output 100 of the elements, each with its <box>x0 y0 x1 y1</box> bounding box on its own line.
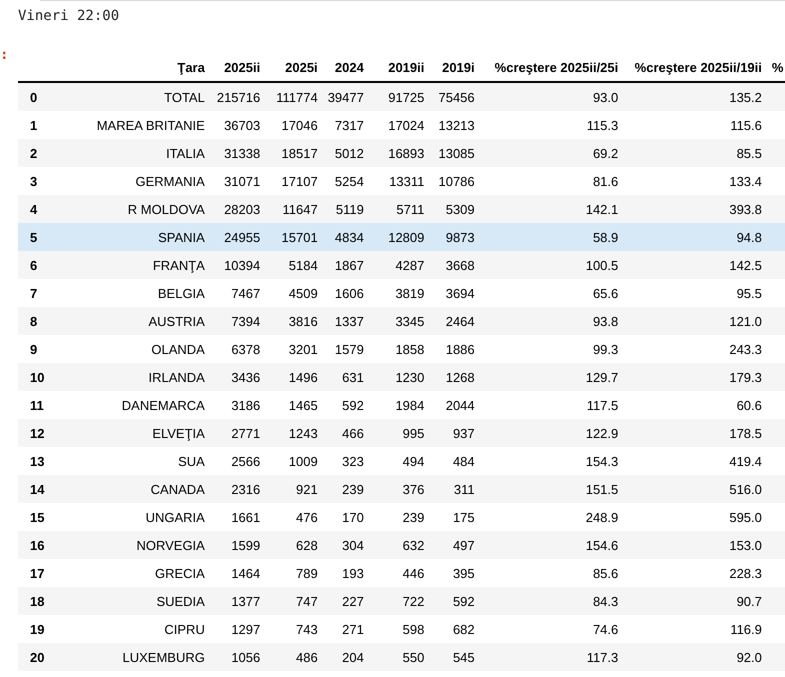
table-cell: 747 <box>265 587 323 615</box>
table-cell: 545 <box>429 643 480 671</box>
table-cell: 24955 <box>210 223 266 251</box>
table-cell: 193 <box>322 559 369 587</box>
table-cell: 5254 <box>322 167 369 195</box>
table-cell: 5012 <box>322 139 369 167</box>
table-cell: 1464 <box>210 559 266 587</box>
table-cell: 17107 <box>265 167 323 195</box>
table-cell: 1377 <box>210 587 266 615</box>
table-cell: 13085 <box>429 139 480 167</box>
table-cell: AUSTRIA <box>72 307 210 335</box>
table-cell: 90.7 <box>623 587 767 615</box>
table-cell: GERMANIA <box>72 167 210 195</box>
table-cell: 7394 <box>210 307 266 335</box>
row-index: 13 <box>18 447 72 475</box>
table-cell: 1009 <box>265 447 323 475</box>
table-cell: 592 <box>322 391 369 419</box>
table-cell: 18517 <box>265 139 323 167</box>
table-cell: 1056 <box>210 643 266 671</box>
row-index: 8 <box>18 307 72 335</box>
table-cell: 3816 <box>265 307 323 335</box>
table-cell: 1230 <box>368 363 430 391</box>
table-cell: R MOLDOVA <box>72 195 210 223</box>
table-cell: 204 <box>322 643 369 671</box>
row-index: 11 <box>18 391 72 419</box>
table-cell: 239 <box>322 475 369 503</box>
table-cell: 85.6 <box>480 559 624 587</box>
table-cell: ELVEŢIA <box>72 419 210 447</box>
table-cell: 476 <box>265 503 323 531</box>
table-cell: 1496 <box>265 363 323 391</box>
table-cell: 682 <box>429 615 480 643</box>
table-cell: 228.3 <box>623 559 767 587</box>
table-cell: 323 <box>322 447 369 475</box>
table-cell: 494 <box>368 447 430 475</box>
table-cell: 722 <box>368 587 430 615</box>
table-cell: 142.5 <box>623 251 767 279</box>
table-cell: 93.8 <box>480 307 624 335</box>
table-cell: 6378 <box>210 335 266 363</box>
table-cell: 1268 <box>429 363 480 391</box>
table-cell: 1984 <box>368 391 430 419</box>
table-cell: BELGIA <box>72 279 210 307</box>
table-cell: 58.9 <box>480 223 624 251</box>
table-cell: 1858 <box>368 335 430 363</box>
row-index: 14 <box>18 475 72 503</box>
table-cell: 60.6 <box>623 391 767 419</box>
row-index: 5 <box>18 223 72 251</box>
table-cell: 178.5 <box>623 419 767 447</box>
table-cell: 497 <box>429 531 480 559</box>
table-cell: 2044 <box>429 391 480 419</box>
table-cell: 271 <box>322 615 369 643</box>
table-cell: 419.4 <box>623 447 767 475</box>
table-cell: 93.0 <box>480 82 624 111</box>
table-cell: 84.3 <box>480 587 624 615</box>
table-cell: 466 <box>322 419 369 447</box>
table-cell: 3668 <box>429 251 480 279</box>
table-cell: 1661 <box>210 503 266 531</box>
table-cell: 39477 <box>322 82 369 111</box>
table-cell: 595.0 <box>623 503 767 531</box>
table-cell: SUEDIA <box>72 587 210 615</box>
table-cell: GRECIA <box>72 559 210 587</box>
table-cell: FRANŢA <box>72 251 210 279</box>
table-cell: 2316 <box>210 475 266 503</box>
table-cell: 117.5 <box>480 391 624 419</box>
table-cell: 3436 <box>210 363 266 391</box>
table-cell: 446 <box>368 559 430 587</box>
table-cell: LUXEMBURG <box>72 643 210 671</box>
table-cell: 135.2 <box>623 82 767 111</box>
table-cell: 3819 <box>368 279 430 307</box>
table-cell: 227 <box>322 587 369 615</box>
table-cell: 12809 <box>368 223 430 251</box>
table-cell: 484 <box>429 447 480 475</box>
table-cell: 92.0 <box>623 643 767 671</box>
row-index: 17 <box>18 559 72 587</box>
table-cell: 16893 <box>368 139 430 167</box>
table-cell: 376 <box>368 475 430 503</box>
row-index: 18 <box>18 587 72 615</box>
row-index: 6 <box>18 251 72 279</box>
table-cell: 1886 <box>429 335 480 363</box>
table-cell: 2771 <box>210 419 266 447</box>
row-index: 4 <box>18 195 72 223</box>
table-cell: 170 <box>322 503 369 531</box>
table-cell: 129.7 <box>480 363 624 391</box>
table-cell: 81.6 <box>480 167 624 195</box>
table-cell: 1297 <box>210 615 266 643</box>
table-cell: 598 <box>368 615 430 643</box>
table-cell: 153.0 <box>623 531 767 559</box>
table-cell: 632 <box>368 531 430 559</box>
table-cell: 65.6 <box>480 279 624 307</box>
row-index: 20 <box>18 643 72 671</box>
table-cell: 5711 <box>368 195 430 223</box>
row-index: 19 <box>18 615 72 643</box>
table-cell: CANADA <box>72 475 210 503</box>
table-cell: 85.5 <box>623 139 767 167</box>
row-index: 3 <box>18 167 72 195</box>
table-cell: 10394 <box>210 251 266 279</box>
output-text: Vineri 22:00 <box>17 7 120 26</box>
table-cell: 117.3 <box>480 643 624 671</box>
table-cell: 179.3 <box>623 363 767 391</box>
table-cell: 15701 <box>265 223 323 251</box>
table-cell: 631 <box>322 363 369 391</box>
